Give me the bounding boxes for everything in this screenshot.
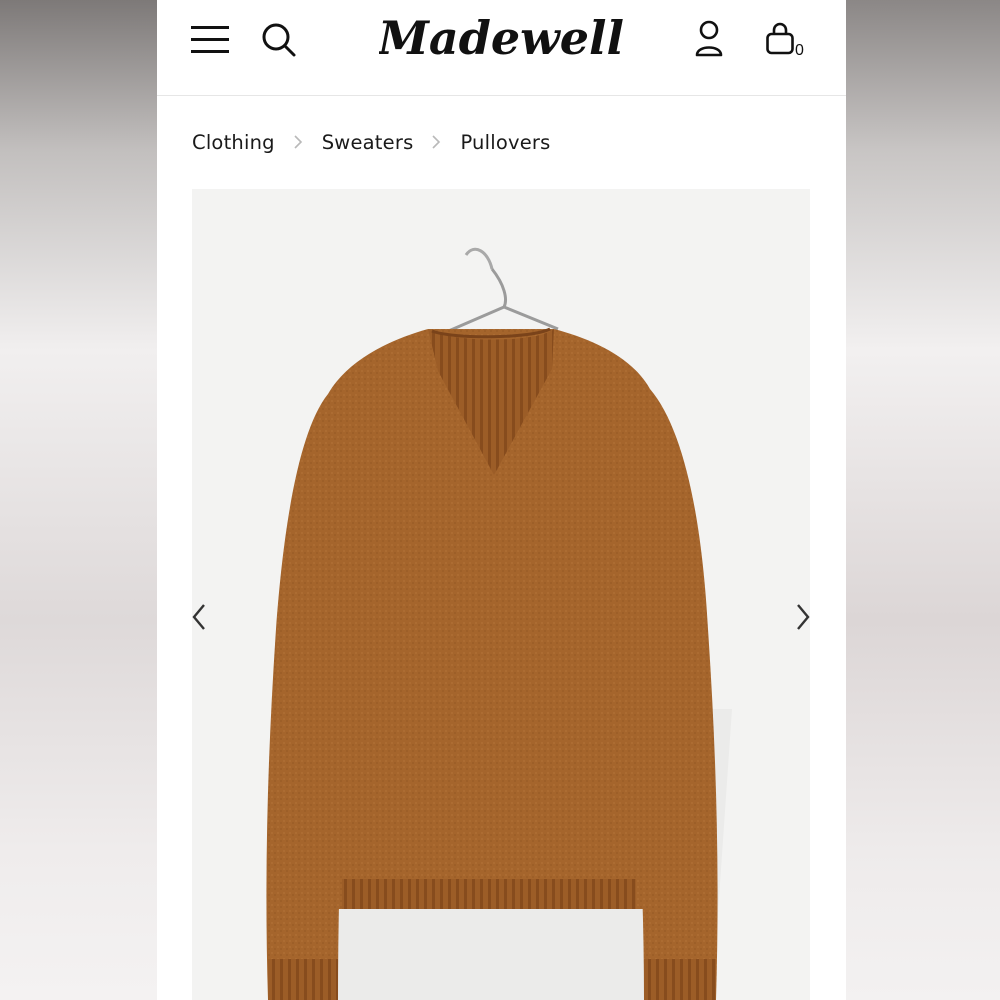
- breadcrumb: Clothing Sweaters Pullovers: [192, 124, 551, 160]
- hanger-wire: [429, 268, 559, 341]
- mobile-page: Madewell 0 Clothing Sweaters Pullovers: [157, 0, 846, 1000]
- bag-icon[interactable]: [765, 22, 795, 56]
- site-header: Madewell 0: [157, 0, 846, 96]
- chevron-right-icon: [294, 135, 302, 149]
- brand-logo-text: Madewell: [379, 11, 623, 65]
- chevron-right-icon: [432, 135, 441, 149]
- chevron-right-icon[interactable]: [792, 601, 810, 649]
- background-blur-left: [0, 0, 157, 1000]
- product-image[interactable]: [192, 189, 810, 1000]
- brand-logo[interactable]: Madewell: [379, 8, 623, 74]
- background-blur-right: [846, 0, 1000, 1000]
- menu-icon[interactable]: [191, 24, 229, 56]
- chevron-left-icon[interactable]: [192, 601, 214, 649]
- breadcrumb-sweaters[interactable]: Sweaters: [322, 131, 414, 154]
- breadcrumb-clothing[interactable]: Clothing: [192, 131, 275, 154]
- sweater-hem: [342, 879, 636, 909]
- bag-count: 0: [795, 42, 804, 59]
- product-gallery: [192, 189, 810, 1000]
- search-icon[interactable]: [261, 22, 297, 58]
- hanger-hook: [464, 247, 494, 270]
- account-icon[interactable]: [693, 20, 725, 58]
- breadcrumb-pullovers[interactable]: Pullovers: [460, 131, 550, 154]
